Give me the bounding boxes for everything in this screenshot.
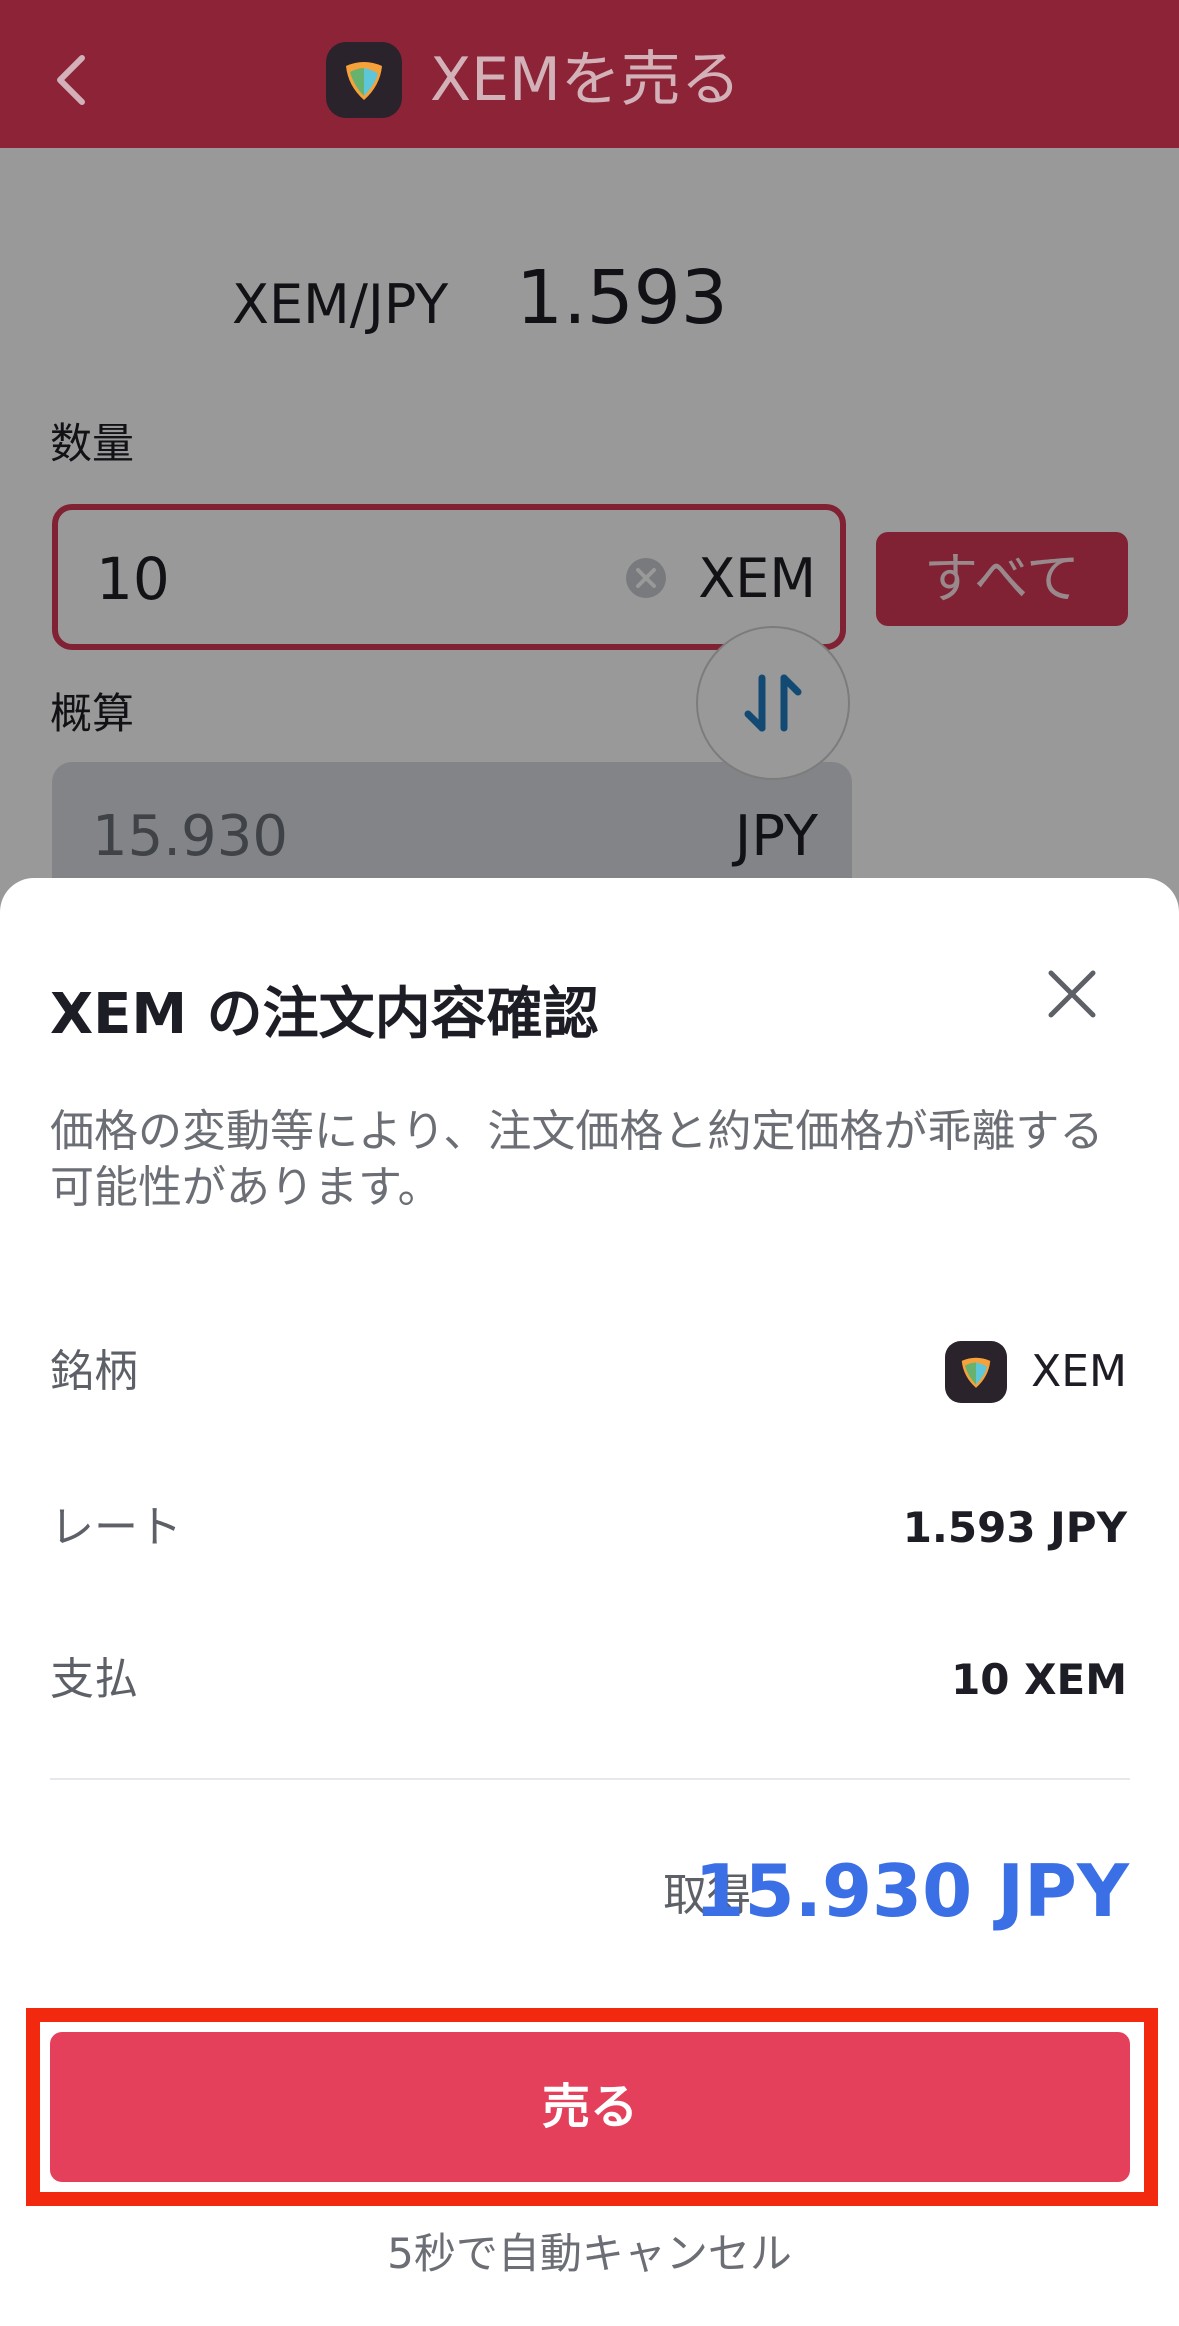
close-icon [1048, 970, 1096, 1018]
rate-label: レート [50, 1502, 182, 1553]
sheet-title: XEM の注文内容確認 [50, 982, 599, 1047]
close-button[interactable] [1040, 962, 1104, 1026]
chevron-left-icon [57, 55, 85, 105]
payment-value: 10 XEM [951, 1655, 1127, 1704]
symbol-text: XEM [1031, 1346, 1127, 1397]
price-deviation-note: 価格の変動等により、注文価格と約定価格が乖離する可能性があります。 [50, 1106, 1104, 1213]
symbol-label: 銘柄 [50, 1346, 138, 1397]
nem-logo-icon [945, 1341, 1008, 1403]
auto-cancel-text: 5秒で自動キャンセル [387, 2229, 792, 2278]
nem-logo-icon [326, 42, 402, 118]
divider [50, 1778, 1130, 1780]
back-button[interactable] [40, 40, 100, 120]
receive-value: 15.930 JPY [694, 1849, 1129, 1933]
rate-value: 1.593 JPY [902, 1503, 1127, 1552]
payment-label: 支払 [50, 1654, 138, 1705]
top-bar: XEMを売る [0, 0, 1179, 148]
symbol-value: XEM [945, 1340, 1127, 1404]
page-title: XEMを売る [430, 45, 741, 115]
sell-button[interactable]: 売る [50, 2032, 1130, 2182]
order-confirmation-sheet: XEM の注文内容確認 価格の変動等により、注文価格と約定価格が乖離する可能性が… [0, 878, 1179, 2326]
